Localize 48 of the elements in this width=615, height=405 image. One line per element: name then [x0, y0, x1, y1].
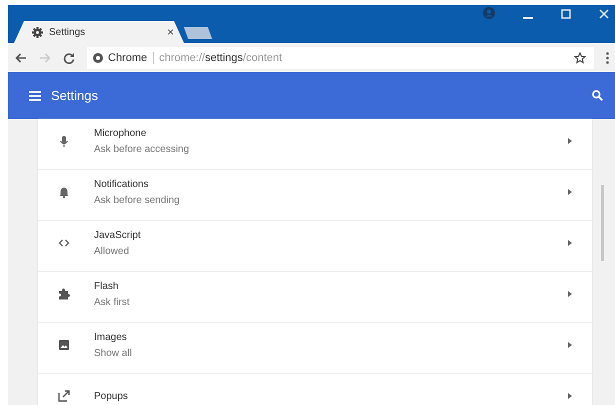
- bell-icon: [58, 186, 70, 198]
- code-brackets-icon: [58, 237, 70, 249]
- settings-row[interactable]: Popups: [38, 374, 592, 405]
- setting-status: Ask first: [94, 296, 131, 308]
- settings-row[interactable]: Flash Ask first: [38, 272, 592, 323]
- setting-status: Allowed: [94, 246, 130, 256]
- chevron-right-icon: [568, 393, 572, 399]
- menu-dots-icon[interactable]: [606, 52, 609, 64]
- setting-status: Ask before sending: [94, 194, 181, 206]
- maximize-icon[interactable]: [561, 9, 571, 19]
- tab-title: Settings: [49, 26, 86, 38]
- reload-icon[interactable]: [63, 52, 75, 64]
- bookmark-star-icon[interactable]: [574, 52, 586, 64]
- chevron-right-icon: [568, 240, 572, 246]
- tab-close-button[interactable]: ×: [166, 25, 174, 39]
- gear-icon: [32, 26, 43, 38]
- settings-row[interactable]: JavaScript Allowed: [38, 221, 592, 272]
- settings-row[interactable]: Images Show all: [38, 323, 592, 374]
- chrome-logo-icon: [93, 52, 103, 62]
- popup-window-icon: [58, 390, 70, 402]
- setting-status: Ask before accessing: [94, 144, 190, 154]
- setting-title: Notifications: [94, 178, 150, 190]
- new-tab-button[interactable]: [184, 27, 212, 39]
- browser-tab[interactable]: Settings ×: [14, 21, 184, 43]
- site-label: Chrome: [108, 52, 154, 64]
- chevron-right-icon: [568, 189, 572, 195]
- setting-title: Popups: [94, 390, 129, 402]
- chevron-right-icon: [568, 138, 572, 144]
- image-icon: [58, 339, 70, 351]
- close-icon[interactable]: [599, 9, 609, 19]
- settings-row[interactable]: Microphone Ask before accessing: [38, 119, 592, 170]
- page-title: Settings: [51, 88, 98, 103]
- setting-title: JavaScript: [94, 230, 142, 240]
- setting-title: Microphone: [94, 128, 148, 138]
- setting-title: Flash: [94, 280, 120, 292]
- chevron-right-icon: [568, 342, 572, 348]
- setting-title: Images: [94, 332, 128, 342]
- url-text: chrome://settings/content: [159, 52, 282, 64]
- settings-row[interactable]: Notifications Ask before sending: [38, 170, 592, 221]
- search-icon[interactable]: [592, 90, 603, 101]
- microphone-icon: [58, 135, 70, 147]
- puzzle-piece-icon: [58, 288, 70, 300]
- address-bar[interactable]: Chrome chrome://settings/content: [87, 46, 594, 68]
- chevron-right-icon: [568, 291, 572, 297]
- setting-status: Show all: [94, 348, 133, 358]
- scrollbar-thumb[interactable]: [601, 185, 604, 261]
- back-icon[interactable]: [15, 52, 27, 62]
- menu-icon[interactable]: [29, 90, 41, 100]
